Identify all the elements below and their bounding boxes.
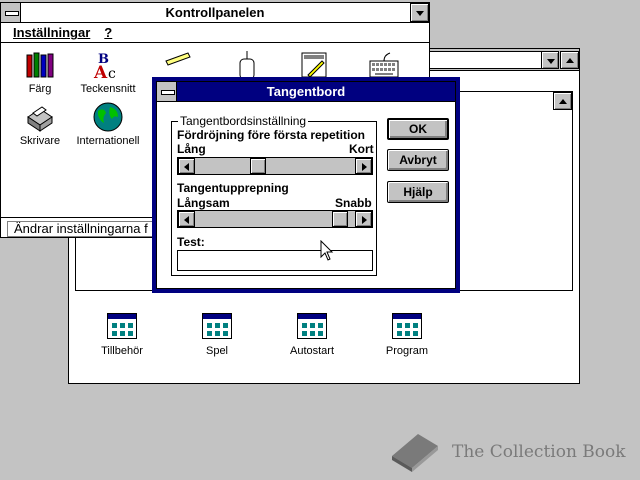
fonts-icon: BAc bbox=[92, 49, 124, 83]
window-title: Kontrollpanelen bbox=[165, 5, 265, 20]
delay-label: Fördröjning före första repetition bbox=[177, 128, 365, 142]
group-label: Spel bbox=[205, 345, 229, 357]
globe-icon bbox=[92, 101, 124, 133]
menu-bar: Inställningar ? bbox=[1, 23, 429, 43]
cp-item-label: Färg bbox=[28, 83, 52, 95]
group-icon-games[interactable]: Spel bbox=[182, 313, 252, 357]
cp-item-label: Teckensnitt bbox=[80, 83, 136, 95]
test-label: Test: bbox=[177, 235, 205, 249]
group-label: Tillbehör bbox=[101, 345, 143, 357]
printer-icon bbox=[24, 101, 56, 133]
ok-button[interactable]: OK bbox=[387, 118, 449, 140]
cp-item-color[interactable]: Färg bbox=[5, 49, 75, 95]
rate-track[interactable] bbox=[195, 211, 355, 227]
group-label: Tangentbordsinställning bbox=[180, 114, 307, 128]
combo-field[interactable] bbox=[429, 51, 559, 69]
delay-thumb[interactable] bbox=[250, 158, 266, 174]
group-icon-accessories[interactable]: Tillbehör bbox=[87, 313, 157, 357]
rate-decrease-button[interactable] bbox=[178, 211, 195, 227]
keyboard-dialog: Tangentbord Tangentbordsinställning Förd… bbox=[152, 77, 460, 293]
rate-thumb[interactable] bbox=[332, 211, 348, 227]
group-label: Autostart bbox=[289, 345, 335, 357]
dialog-body: Tangentbord Tangentbordsinställning Förd… bbox=[156, 81, 456, 289]
control-panel-titlebar[interactable]: Kontrollpanelen bbox=[1, 3, 429, 23]
cp-item-international[interactable]: Internationell bbox=[73, 101, 143, 147]
rate-max-label: Snabb bbox=[335, 196, 372, 210]
test-input[interactable] bbox=[177, 250, 373, 271]
book-icon bbox=[392, 434, 438, 472]
combo-dropdown-button[interactable] bbox=[541, 51, 559, 69]
delay-slider[interactable] bbox=[177, 157, 373, 175]
status-text: Ändrar inställningarna f bbox=[7, 221, 155, 237]
group-icon-programs[interactable]: Program bbox=[372, 313, 442, 357]
delay-track[interactable] bbox=[195, 158, 355, 174]
delay-increase-button[interactable] bbox=[355, 158, 372, 174]
watermark: The Collection Book bbox=[388, 430, 626, 474]
group-maximize-button[interactable] bbox=[553, 92, 572, 110]
minimize-button[interactable] bbox=[410, 3, 429, 22]
rate-slider[interactable] bbox=[177, 210, 373, 228]
rate-increase-button[interactable] bbox=[355, 211, 372, 227]
cp-item-fonts[interactable]: BAc Teckensnitt bbox=[73, 49, 143, 95]
svg-text:c: c bbox=[108, 66, 116, 81]
svg-text:A: A bbox=[93, 63, 108, 81]
cp-item-label: Internationell bbox=[76, 135, 140, 147]
program-group-icon bbox=[297, 313, 327, 339]
program-group-icon bbox=[202, 313, 232, 339]
dialog-titlebar[interactable]: Tangentbord bbox=[157, 82, 455, 102]
system-menu-icon[interactable] bbox=[1, 3, 21, 22]
watermark-text: The Collection Book bbox=[452, 442, 626, 462]
rate-label: Tangentupprepning bbox=[177, 181, 289, 195]
rate-min-label: Långsam bbox=[177, 196, 230, 210]
help-button[interactable]: Hjälp bbox=[387, 181, 449, 203]
system-menu-icon[interactable] bbox=[157, 82, 177, 101]
cp-item-printers[interactable]: Skrivare bbox=[5, 101, 75, 147]
delay-max-label: Kort bbox=[349, 142, 374, 156]
program-group-icon bbox=[107, 313, 137, 339]
cancel-button[interactable]: Avbryt bbox=[387, 149, 449, 171]
mouse-pointer-icon bbox=[320, 240, 334, 261]
crayons-icon bbox=[24, 49, 56, 81]
dialog-title: Tangentbord bbox=[266, 84, 346, 99]
menu-settings[interactable]: Inställningar bbox=[13, 25, 90, 40]
program-group-icon bbox=[392, 313, 422, 339]
group-label: Program bbox=[385, 345, 429, 357]
delay-min-label: Lång bbox=[177, 142, 206, 156]
group-icon-startup[interactable]: Autostart bbox=[277, 313, 347, 357]
cp-item-label: Skrivare bbox=[19, 135, 61, 147]
maximize-button[interactable] bbox=[560, 51, 579, 69]
menu-help[interactable]: ? bbox=[104, 25, 112, 40]
delay-decrease-button[interactable] bbox=[178, 158, 195, 174]
